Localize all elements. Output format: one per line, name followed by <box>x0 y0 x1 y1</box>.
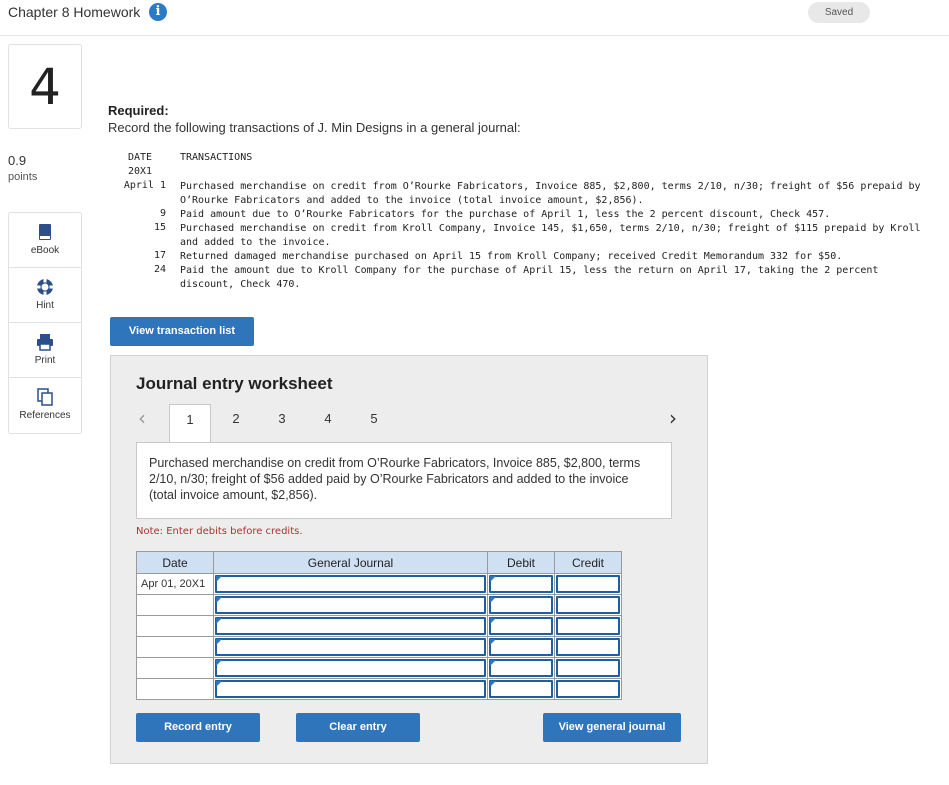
debits-note: Note: Enter debits before credits. <box>136 526 303 537</box>
table-row <box>136 657 622 679</box>
date-header: Date <box>136 551 214 574</box>
date-cell <box>136 657 214 679</box>
ebook-label: eBook <box>30 245 60 256</box>
table-row <box>136 615 622 637</box>
account-input[interactable] <box>213 636 488 658</box>
date-cell <box>136 678 214 700</box>
required-text: Record the following transactions of J. … <box>108 120 521 135</box>
worksheet-title: Journal entry worksheet <box>136 374 333 393</box>
print-button[interactable]: Print <box>9 323 81 378</box>
account-input[interactable] <box>213 594 488 616</box>
hint-label: Hint <box>36 300 54 311</box>
dropdown-marker-icon <box>216 618 222 624</box>
table-row <box>136 636 622 658</box>
dropdown-marker-icon <box>216 576 222 582</box>
credit-input[interactable] <box>554 615 622 637</box>
credit-input[interactable] <box>554 678 622 700</box>
debit-input[interactable] <box>487 678 555 700</box>
credit-input[interactable] <box>554 657 622 679</box>
documents-icon <box>37 388 53 406</box>
print-label: Print <box>34 355 56 366</box>
input-marker-icon <box>490 576 496 582</box>
journal-table: Date General Journal Debit Credit Apr 01… <box>136 551 622 700</box>
info-icon[interactable]: i <box>149 3 167 21</box>
lifebuoy-icon <box>36 278 54 296</box>
entry-tab-5[interactable]: 5 <box>353 404 395 442</box>
debit-input[interactable] <box>487 657 555 679</box>
hint-button[interactable]: Hint <box>9 268 81 323</box>
ebook-button[interactable]: eBook <box>9 213 81 268</box>
book-icon <box>39 224 51 240</box>
chevron-right-icon[interactable]: › <box>669 406 677 430</box>
general-journal-header: General Journal <box>213 551 488 574</box>
input-marker-icon <box>490 597 496 603</box>
credit-input[interactable] <box>554 573 622 595</box>
debit-input[interactable] <box>487 573 555 595</box>
year-label: 20X1 <box>128 166 153 177</box>
view-general-journal-button[interactable]: View general journal <box>543 713 681 742</box>
score-value: 0.9 <box>8 153 27 168</box>
saved-status-badge: Saved <box>808 2 870 23</box>
transaction-date: 9 <box>159 208 166 219</box>
account-input[interactable] <box>213 657 488 679</box>
view-transaction-list-button[interactable]: View transaction list <box>110 317 254 346</box>
date-cell <box>136 615 214 637</box>
date-column-header: DATE <box>128 152 153 163</box>
references-button[interactable]: References <box>9 378 81 433</box>
credit-input[interactable] <box>554 636 622 658</box>
input-marker-icon <box>490 639 496 645</box>
entry-tab-2[interactable]: 2 <box>215 404 257 442</box>
table-row: Apr 01, 20X1 <box>136 573 622 595</box>
transaction-text: Returned damaged merchandise purchased o… <box>180 251 843 262</box>
input-marker-icon <box>490 660 496 666</box>
debit-input[interactable] <box>487 615 555 637</box>
date-cell: Apr 01, 20X1 <box>136 573 214 595</box>
references-label: References <box>19 410 71 421</box>
entry-description: Purchased merchandise on credit from O’R… <box>136 442 672 519</box>
assignment-title: Chapter 8 Homework <box>8 4 141 20</box>
entry-tab-3[interactable]: 3 <box>261 404 303 442</box>
transaction-date: 24 <box>153 264 166 275</box>
transaction-text: Purchased merchandise on credit from O’R… <box>180 181 921 206</box>
dropdown-marker-icon <box>216 681 222 687</box>
transaction-text: Purchased merchandise on credit from Kro… <box>180 223 921 248</box>
table-row <box>136 594 622 616</box>
transactions-column-header: TRANSACTIONS <box>180 152 253 163</box>
transaction-date: April 1 <box>123 180 166 191</box>
debit-header: Debit <box>487 551 555 574</box>
credit-header: Credit <box>554 551 622 574</box>
account-input[interactable] <box>213 573 488 595</box>
debit-input[interactable] <box>487 594 555 616</box>
top-bar: Chapter 8 Homework i Saved <box>0 0 949 36</box>
chevron-left-icon[interactable]: ‹ <box>138 406 146 430</box>
printer-icon <box>37 334 53 351</box>
tools-sidebar: eBook Hint Print References <box>8 212 82 434</box>
dropdown-marker-icon <box>216 597 222 603</box>
journal-entry-worksheet: Journal entry worksheet ‹ 1 2 3 4 5 › Pu… <box>110 355 708 764</box>
required-heading: Required: <box>108 103 169 118</box>
transaction-date: 17 <box>153 250 166 261</box>
credit-input[interactable] <box>554 594 622 616</box>
input-marker-icon <box>490 681 496 687</box>
entry-tab-1[interactable]: 1 <box>169 404 211 443</box>
transaction-text: Paid amount due to O’Rourke Fabricators … <box>180 209 831 220</box>
dropdown-marker-icon <box>216 639 222 645</box>
transaction-text: Paid the amount due to Kroll Company for… <box>180 265 879 290</box>
account-input[interactable] <box>213 615 488 637</box>
record-entry-button[interactable]: Record entry <box>136 713 260 742</box>
entry-tab-4[interactable]: 4 <box>307 404 349 442</box>
table-row <box>136 678 622 700</box>
account-input[interactable] <box>213 678 488 700</box>
transaction-date: 15 <box>153 222 166 233</box>
question-number: 4 <box>8 44 82 129</box>
score-label: points <box>8 171 38 183</box>
date-cell <box>136 594 214 616</box>
input-marker-icon <box>490 618 496 624</box>
clear-entry-button[interactable]: Clear entry <box>296 713 420 742</box>
date-cell <box>136 636 214 658</box>
dropdown-marker-icon <box>216 660 222 666</box>
debit-input[interactable] <box>487 636 555 658</box>
